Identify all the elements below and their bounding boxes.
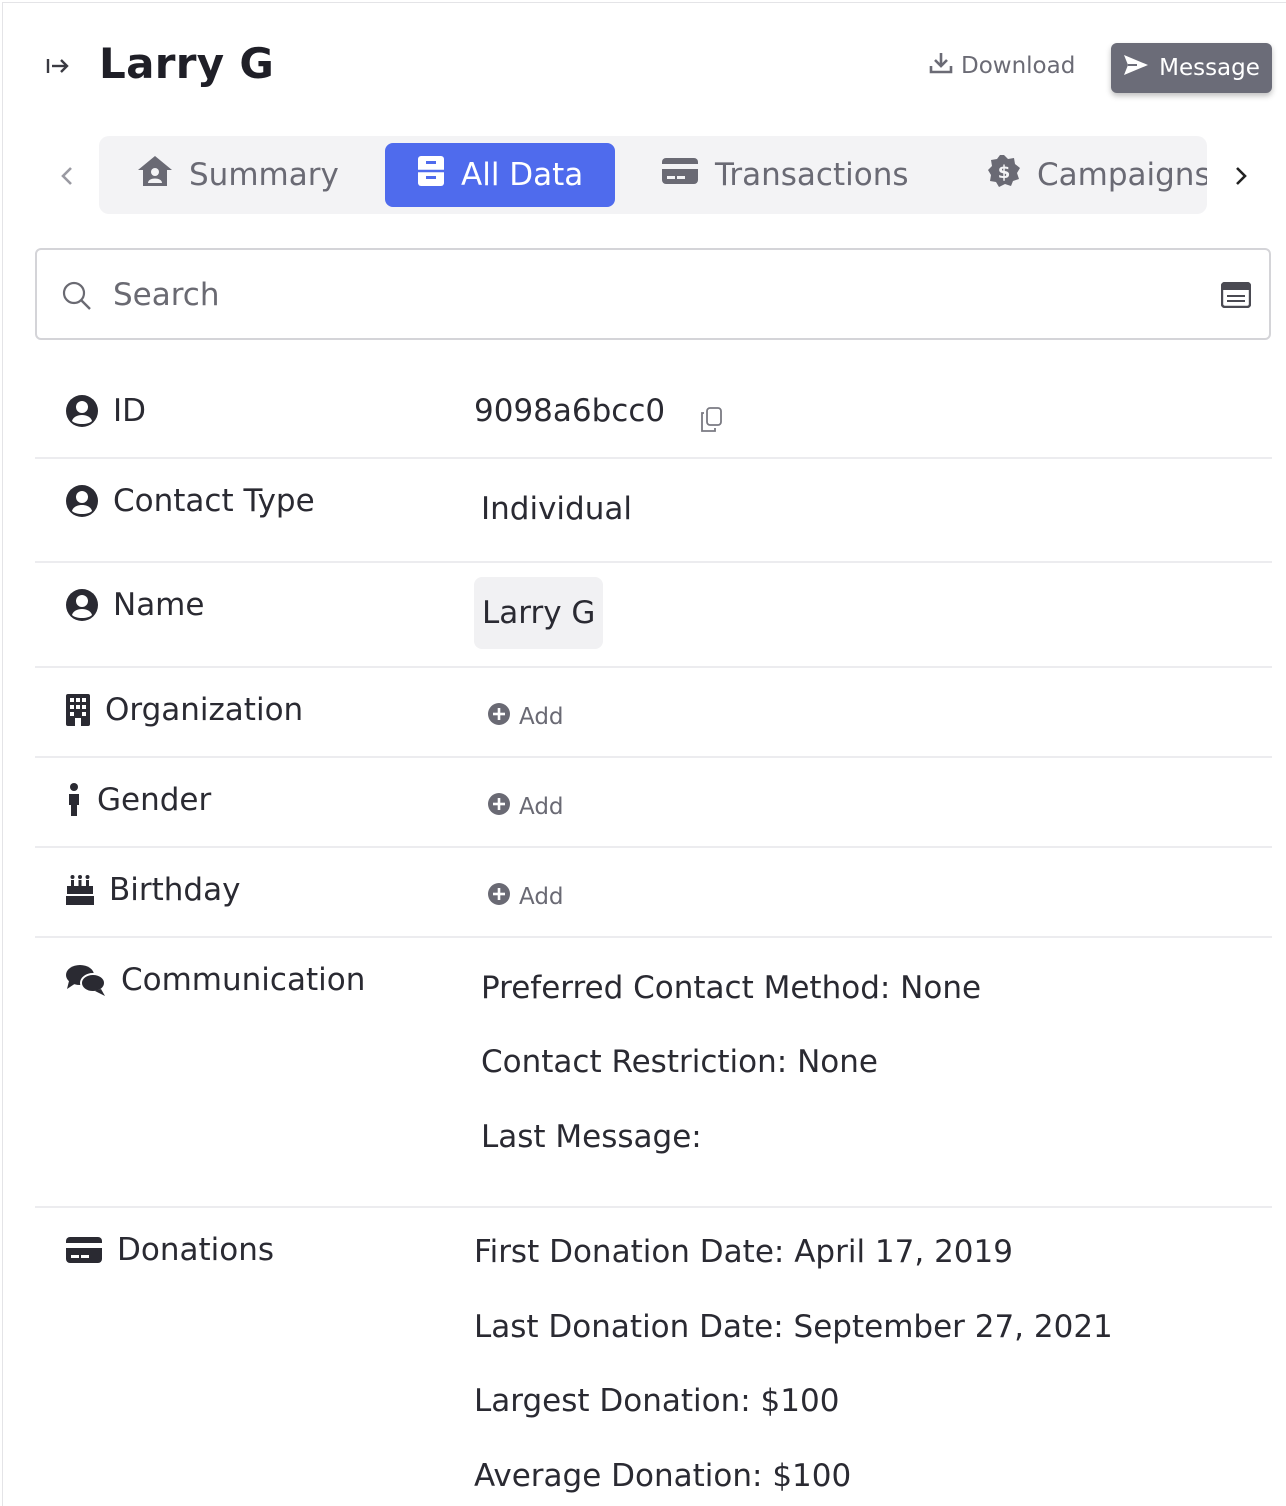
add-label: Add: [519, 884, 564, 910]
copy-icon[interactable]: [699, 407, 723, 437]
field-row-gender: Gender Add: [35, 758, 1272, 848]
field-label-donations: Donations: [65, 1232, 274, 1268]
add-gender-button[interactable]: Add: [487, 792, 564, 822]
search-icon: [61, 280, 93, 316]
tab-campaigns[interactable]: $ Campaigns: [987, 143, 1207, 207]
field-row-donations: Donations First Donation Date: April 17,…: [35, 1208, 1272, 1506]
field-row-id: ID 9098a6bcc0: [35, 365, 1272, 459]
user-circle-icon: [65, 394, 99, 428]
field-label-name-text: Name: [113, 587, 205, 623]
download-label: Download: [961, 53, 1076, 79]
field-row-name: Name Larry G: [35, 563, 1272, 668]
field-label-birthday-text: Birthday: [109, 872, 241, 908]
field-row-organization: Organization Add: [35, 668, 1272, 758]
contact-restriction: Contact Restriction: None: [481, 1044, 878, 1080]
field-value-contact-type: Individual: [481, 491, 632, 527]
plus-circle-icon: [487, 792, 511, 822]
birthday-cake-icon: [65, 874, 95, 906]
building-icon: [65, 693, 91, 727]
credit-card-icon: [65, 1235, 103, 1265]
tabs-next-button[interactable]: [1227, 159, 1255, 193]
keyboard-icon[interactable]: [1220, 281, 1252, 312]
add-organization-button[interactable]: Add: [487, 702, 564, 732]
dollar-badge-icon: $: [987, 154, 1021, 196]
field-label-communication: Communication: [65, 962, 365, 998]
field-value-id: 9098a6bcc0: [474, 393, 666, 429]
field-label-id-text: ID: [113, 393, 147, 429]
credit-card-icon: [661, 156, 699, 194]
message-label: Message: [1159, 55, 1260, 81]
field-label-contact-type-text: Contact Type: [113, 483, 315, 519]
field-value-name[interactable]: Larry G: [474, 577, 604, 649]
field-label-id: ID: [65, 393, 146, 429]
tab-all-data[interactable]: All Data: [385, 143, 616, 207]
download-button[interactable]: Download: [929, 49, 1075, 83]
send-icon: [1123, 54, 1149, 82]
largest-donation: Largest Donation: $100: [474, 1383, 840, 1419]
tab-transactions-label: Transactions: [715, 157, 909, 193]
tab-all-data-label: All Data: [461, 157, 584, 193]
user-circle-icon: [65, 484, 99, 518]
plus-circle-icon: [487, 882, 511, 912]
plus-circle-icon: [487, 702, 511, 732]
first-donation-date: First Donation Date: April 17, 2019: [474, 1234, 1013, 1270]
comments-icon: [65, 963, 107, 997]
search-box: [35, 248, 1271, 340]
preferred-contact-method: Preferred Contact Method: None: [481, 970, 982, 1006]
last-message: Last Message:: [481, 1119, 702, 1155]
field-label-gender-text: Gender: [97, 782, 212, 818]
tab-campaigns-label: Campaigns: [1037, 157, 1207, 193]
field-row-contact-type: Contact Type Individual: [35, 459, 1272, 563]
contact-detail-panel: Larry G Download Message Summary All Dat…: [2, 2, 1286, 1506]
tabs-prev-button[interactable]: [53, 159, 81, 193]
field-label-birthday: Birthday: [65, 872, 240, 908]
field-label-name: Name: [65, 587, 204, 623]
house-user-icon: [137, 155, 173, 195]
tab-transactions[interactable]: Transactions: [661, 143, 909, 207]
tab-summary-label: Summary: [189, 157, 339, 193]
field-label-donations-text: Donations: [117, 1232, 275, 1268]
last-donation-date: Last Donation Date: September 27, 2021: [474, 1309, 1113, 1345]
page-title: Larry G: [99, 39, 275, 88]
message-button[interactable]: Message: [1111, 43, 1272, 93]
archive-icon: [417, 155, 445, 195]
tab-summary[interactable]: Summary: [137, 143, 339, 207]
field-label-organization-text: Organization: [105, 692, 304, 728]
person-icon: [65, 783, 83, 817]
field-label-gender: Gender: [65, 782, 211, 818]
tab-bar: Summary All Data Transactions $ Campaign…: [99, 136, 1207, 214]
search-input[interactable]: [113, 274, 1193, 316]
download-icon: [929, 51, 953, 81]
field-row-birthday: Birthday Add: [35, 848, 1272, 938]
user-circle-icon: [65, 588, 99, 622]
average-donation: Average Donation: $100: [474, 1458, 852, 1494]
add-label: Add: [519, 704, 564, 730]
field-row-communication: Communication Preferred Contact Method: …: [35, 938, 1272, 1208]
field-label-contact-type: Contact Type: [65, 483, 315, 519]
collapse-panel-icon[interactable]: [43, 53, 73, 79]
add-birthday-button[interactable]: Add: [487, 882, 564, 912]
svg-text:$: $: [998, 162, 1011, 183]
field-label-organization: Organization: [65, 692, 303, 728]
field-label-communication-text: Communication: [121, 962, 366, 998]
add-label: Add: [519, 794, 564, 820]
